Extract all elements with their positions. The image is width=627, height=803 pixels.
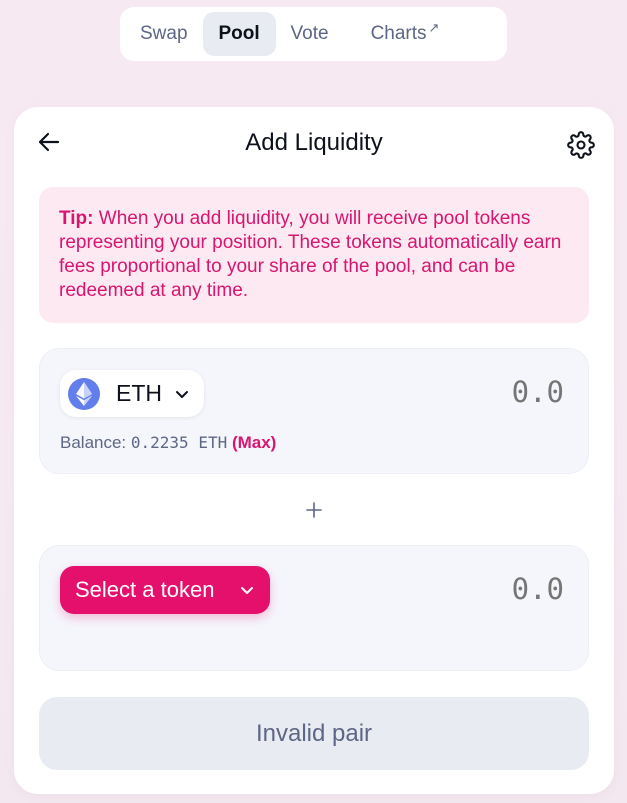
- nav-tab-vote-label: Vote: [290, 23, 329, 44]
- chevron-down-icon: [176, 390, 188, 398]
- plus-icon: [304, 500, 324, 520]
- max-button[interactable]: (Max): [232, 433, 276, 452]
- nav-tab-charts[interactable]: Charts ↗: [344, 12, 455, 56]
- tip-label: Tip:: [59, 208, 94, 229]
- nav-tab-pool[interactable]: Pool: [202, 12, 276, 56]
- nav-tab-swap-label: Swap: [140, 23, 188, 44]
- token-symbol: ETH: [116, 380, 162, 406]
- top-nav: Swap Pool Vote Charts ↗: [120, 7, 507, 61]
- select-token-label: Select a token: [75, 577, 215, 602]
- nav-tab-swap[interactable]: Swap: [125, 12, 203, 56]
- external-link-icon: ↗: [428, 20, 440, 35]
- add-liquidity-card: Add Liquidity Tip: When you add liquidit…: [14, 107, 614, 794]
- token-select-button-eth[interactable]: ETH: [60, 370, 204, 417]
- amount-input-b[interactable]: [412, 571, 566, 607]
- token-input-panel-a: ETH Balance: 0.2235 ETH (Max): [39, 348, 589, 474]
- invalid-pair-button[interactable]: Invalid pair: [39, 697, 589, 770]
- card-header: Add Liquidity: [14, 107, 614, 183]
- ethereum-icon: [68, 377, 100, 410]
- amount-input-a[interactable]: [412, 374, 566, 410]
- nav-tab-pool-label: Pool: [218, 23, 260, 44]
- token-input-panel-b: Select a token: [39, 545, 589, 671]
- balance-row: Balance: 0.2235 ETH (Max): [60, 433, 276, 453]
- select-token-button[interactable]: Select a token: [60, 566, 270, 614]
- balance-value: 0.2235 ETH: [130, 433, 228, 452]
- balance-label: Balance:: [60, 433, 131, 452]
- settings-gear-icon[interactable]: [567, 131, 595, 159]
- nav-tab-vote[interactable]: Vote: [276, 12, 344, 56]
- chevron-down-icon: [241, 587, 253, 594]
- page-title: Add Liquidity: [245, 129, 383, 156]
- tip-text: When you add liquidity, you will receive…: [59, 208, 562, 301]
- tip-banner: Tip: When you add liquidity, you will re…: [39, 187, 589, 323]
- nav-tab-charts-label: Charts: [370, 23, 427, 44]
